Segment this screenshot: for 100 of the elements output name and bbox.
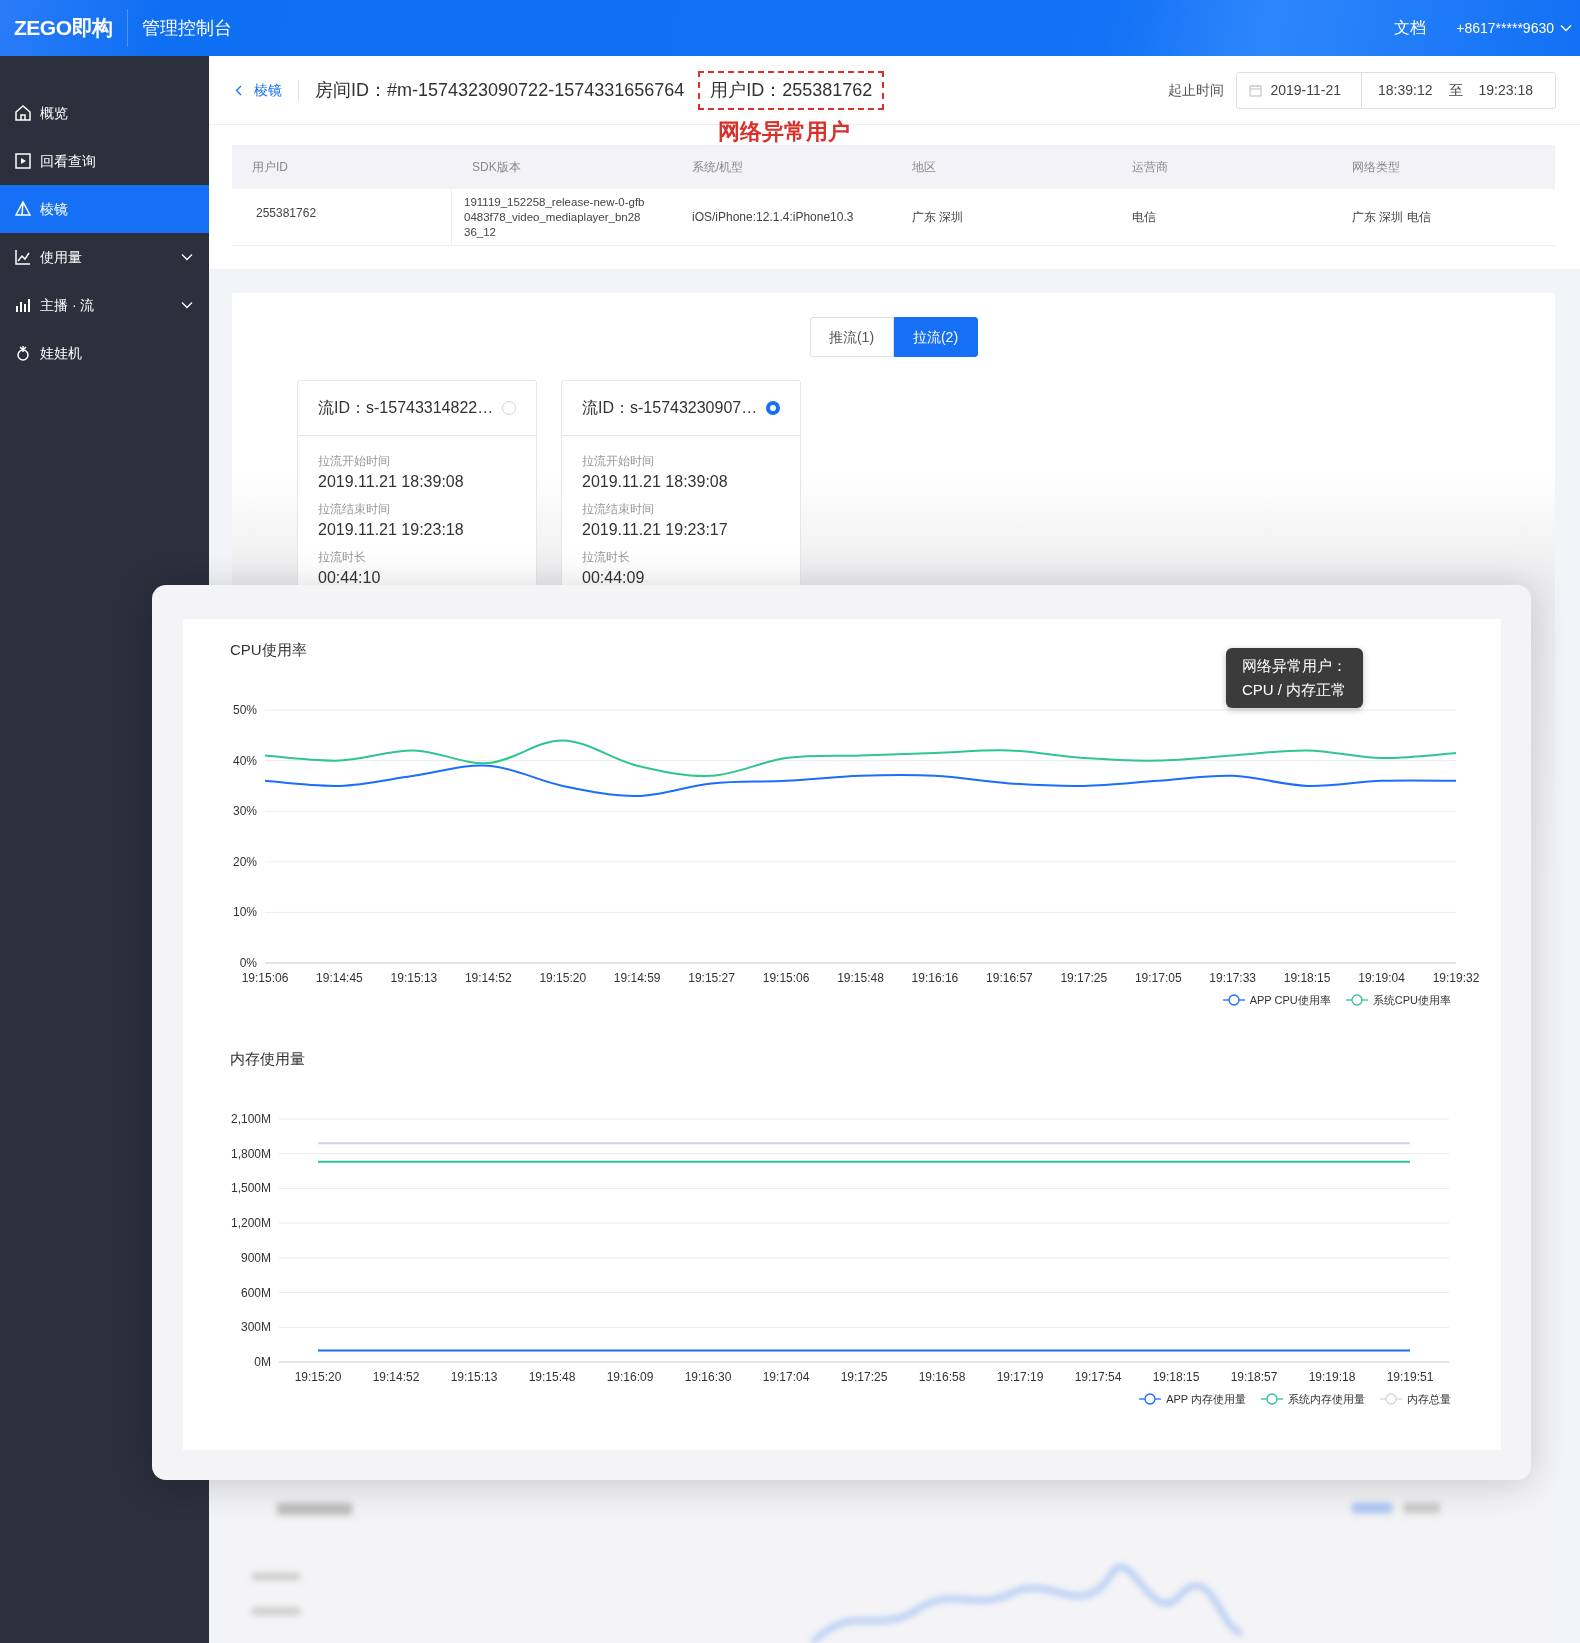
- prism-icon: [14, 200, 32, 218]
- axis-label: 19:17:33: [1209, 970, 1257, 985]
- field-label: 拉流时长: [582, 549, 631, 566]
- callout-text: 网络异常用户：: [1242, 656, 1347, 676]
- axis-label: 19:15:06: [241, 970, 289, 985]
- field-value: 2019.11.21 18:39:08: [318, 472, 465, 492]
- stream-tab[interactable]: 拉流(2): [893, 317, 978, 357]
- radio-button[interactable]: [766, 401, 780, 415]
- sidebar-item[interactable]: 回看查询: [0, 137, 209, 185]
- annotation-text: 网络异常用户: [718, 117, 851, 146]
- axis-label: 1,800M: [230, 1146, 271, 1161]
- back-link[interactable]: 棱镜: [235, 79, 299, 101]
- stream-id: 流ID：s-15743230907…: [582, 398, 758, 418]
- sidebar-item[interactable]: 使用量: [0, 233, 209, 281]
- legend-icon: [1379, 1392, 1403, 1405]
- legend-item[interactable]: 内存总量: [1379, 1390, 1451, 1407]
- sidebar-item[interactable]: 主播 · 流: [0, 281, 209, 329]
- table-cell-text: 广东 深圳: [911, 209, 965, 226]
- column-header: 系统/机型: [691, 159, 745, 176]
- column-header: 地区: [911, 159, 937, 176]
- user-id: 用户ID：255381762: [698, 70, 885, 110]
- table-cell: 255381762: [232, 189, 452, 245]
- axis-label: 19:17:04: [762, 1369, 810, 1384]
- play-icon: [14, 152, 32, 170]
- stream-tab[interactable]: 推流(1): [809, 317, 894, 357]
- field-value: 2019.11.21 18:39:08: [582, 472, 729, 492]
- docs-link[interactable]: 文档: [1394, 16, 1427, 40]
- legend-label: 系统CPU使用率: [1372, 992, 1451, 1008]
- legend-item[interactable]: APP 内存使用量: [1138, 1390, 1246, 1407]
- table-cell-text: iOS/iPhone:12.1.4:iPhone10.3: [691, 209, 855, 226]
- axis-label: 19:16:09: [606, 1369, 654, 1384]
- bars-icon: [14, 296, 32, 314]
- column-header: SDK版本: [471, 159, 522, 176]
- axis-label: 19:16:58: [918, 1369, 966, 1384]
- stream-id: 流ID：s-15743314822…: [318, 398, 494, 418]
- axis-label: 900M: [240, 1250, 271, 1265]
- chevron-icon: [181, 253, 193, 261]
- axis-label: 19:19:04: [1358, 970, 1405, 985]
- legend-item[interactable]: 系统CPU使用率: [1344, 991, 1451, 1008]
- axis-label: 600M: [240, 1285, 271, 1300]
- chart-title: CPU使用率: [229, 640, 308, 660]
- axis-label: 19:14:52: [372, 1369, 420, 1384]
- caret-icon[interactable]: [1560, 24, 1572, 32]
- home-icon: [14, 104, 32, 122]
- axis-label: 19:15:13: [450, 1369, 498, 1384]
- column-header: 运营商: [1131, 159, 1169, 176]
- axis-label: 19:14:59: [613, 970, 661, 985]
- field-value: 2019.11.21 19:23:18: [318, 520, 465, 540]
- axis-label: 40%: [232, 753, 257, 768]
- axis-label: 19:15:48: [837, 970, 884, 985]
- axis-label: 0%: [239, 955, 257, 970]
- field-value: 2019.11.21 19:23:17: [582, 520, 729, 540]
- legend-item[interactable]: 系统内存使用量: [1260, 1390, 1365, 1407]
- column-header: 用户ID: [251, 159, 289, 176]
- field-label: 拉流开始时间: [318, 453, 391, 470]
- table-cell-text: 广东 深圳 电信: [1351, 209, 1432, 226]
- logo[interactable]: ZEGO即构: [0, 12, 127, 44]
- sidebar-item[interactable]: 娃娃机: [0, 329, 209, 377]
- axis-label: 19:19:32: [1432, 970, 1480, 985]
- axis-label: 19:17:25: [840, 1369, 888, 1384]
- chart-icon: [14, 248, 32, 266]
- axis-label: 19:14:45: [316, 970, 363, 985]
- field-label: 拉流时长: [318, 549, 367, 566]
- legend-label: APP CPU使用率: [1249, 992, 1331, 1008]
- table-cell-text: 191119_152258_release-new-0-gfb0483f78_video_mediaplayer_bn2836_12: [463, 194, 646, 240]
- field-value: 00:44:10: [318, 568, 382, 588]
- axis-label: 19:18:57: [1230, 1369, 1278, 1384]
- field-label: 拉流结束时间: [318, 501, 391, 518]
- axis-label: 20%: [232, 854, 257, 869]
- axis-label: 1,200M: [230, 1215, 271, 1230]
- field-value: 00:44:09: [582, 568, 646, 588]
- axis-label: 19:18:15: [1152, 1369, 1200, 1384]
- legend-item[interactable]: APP CPU使用率: [1221, 991, 1331, 1008]
- axis-label: 19:19:51: [1386, 1369, 1434, 1384]
- axis-label: 19:14:52: [464, 970, 512, 985]
- axis-label: 19:15:06: [762, 970, 810, 985]
- axis-label: 19:15:20: [539, 970, 587, 985]
- table-cell-text: 电信: [1131, 209, 1157, 226]
- date-range-field[interactable]: 2019-11-21 18:39:12 至 19:23:18: [1236, 71, 1556, 109]
- sidebar-item[interactable]: 概览: [0, 89, 209, 137]
- chart-title: 内存使用量: [229, 1049, 306, 1069]
- axis-label: 50%: [232, 702, 257, 717]
- field-label: 拉流结束时间: [582, 501, 655, 518]
- range-label: 起止时间: [1168, 80, 1225, 100]
- legend-label: 系统内存使用量: [1288, 1391, 1365, 1407]
- back-icon: [235, 84, 242, 96]
- chevron-icon: [181, 301, 193, 309]
- axis-label: 19:18:15: [1283, 970, 1331, 985]
- axis-label: 30%: [232, 803, 257, 818]
- axis-label: 19:15:13: [390, 970, 438, 985]
- axis-label: 19:19:18: [1308, 1369, 1356, 1384]
- account-name[interactable]: +8617*****9630: [1456, 17, 1554, 39]
- axis-label: 19:17:19: [996, 1369, 1044, 1384]
- legend-icon: [1138, 1392, 1163, 1405]
- axis-label: 0M: [254, 1354, 271, 1369]
- sidebar-item[interactable]: 棱镜: [0, 185, 209, 233]
- axis-label: 19:15:48: [528, 1369, 576, 1384]
- axis-label: 19:17:25: [1060, 970, 1108, 985]
- axis-label: 19:15:20: [294, 1369, 342, 1384]
- axis-label: 19:16:57: [986, 970, 1033, 985]
